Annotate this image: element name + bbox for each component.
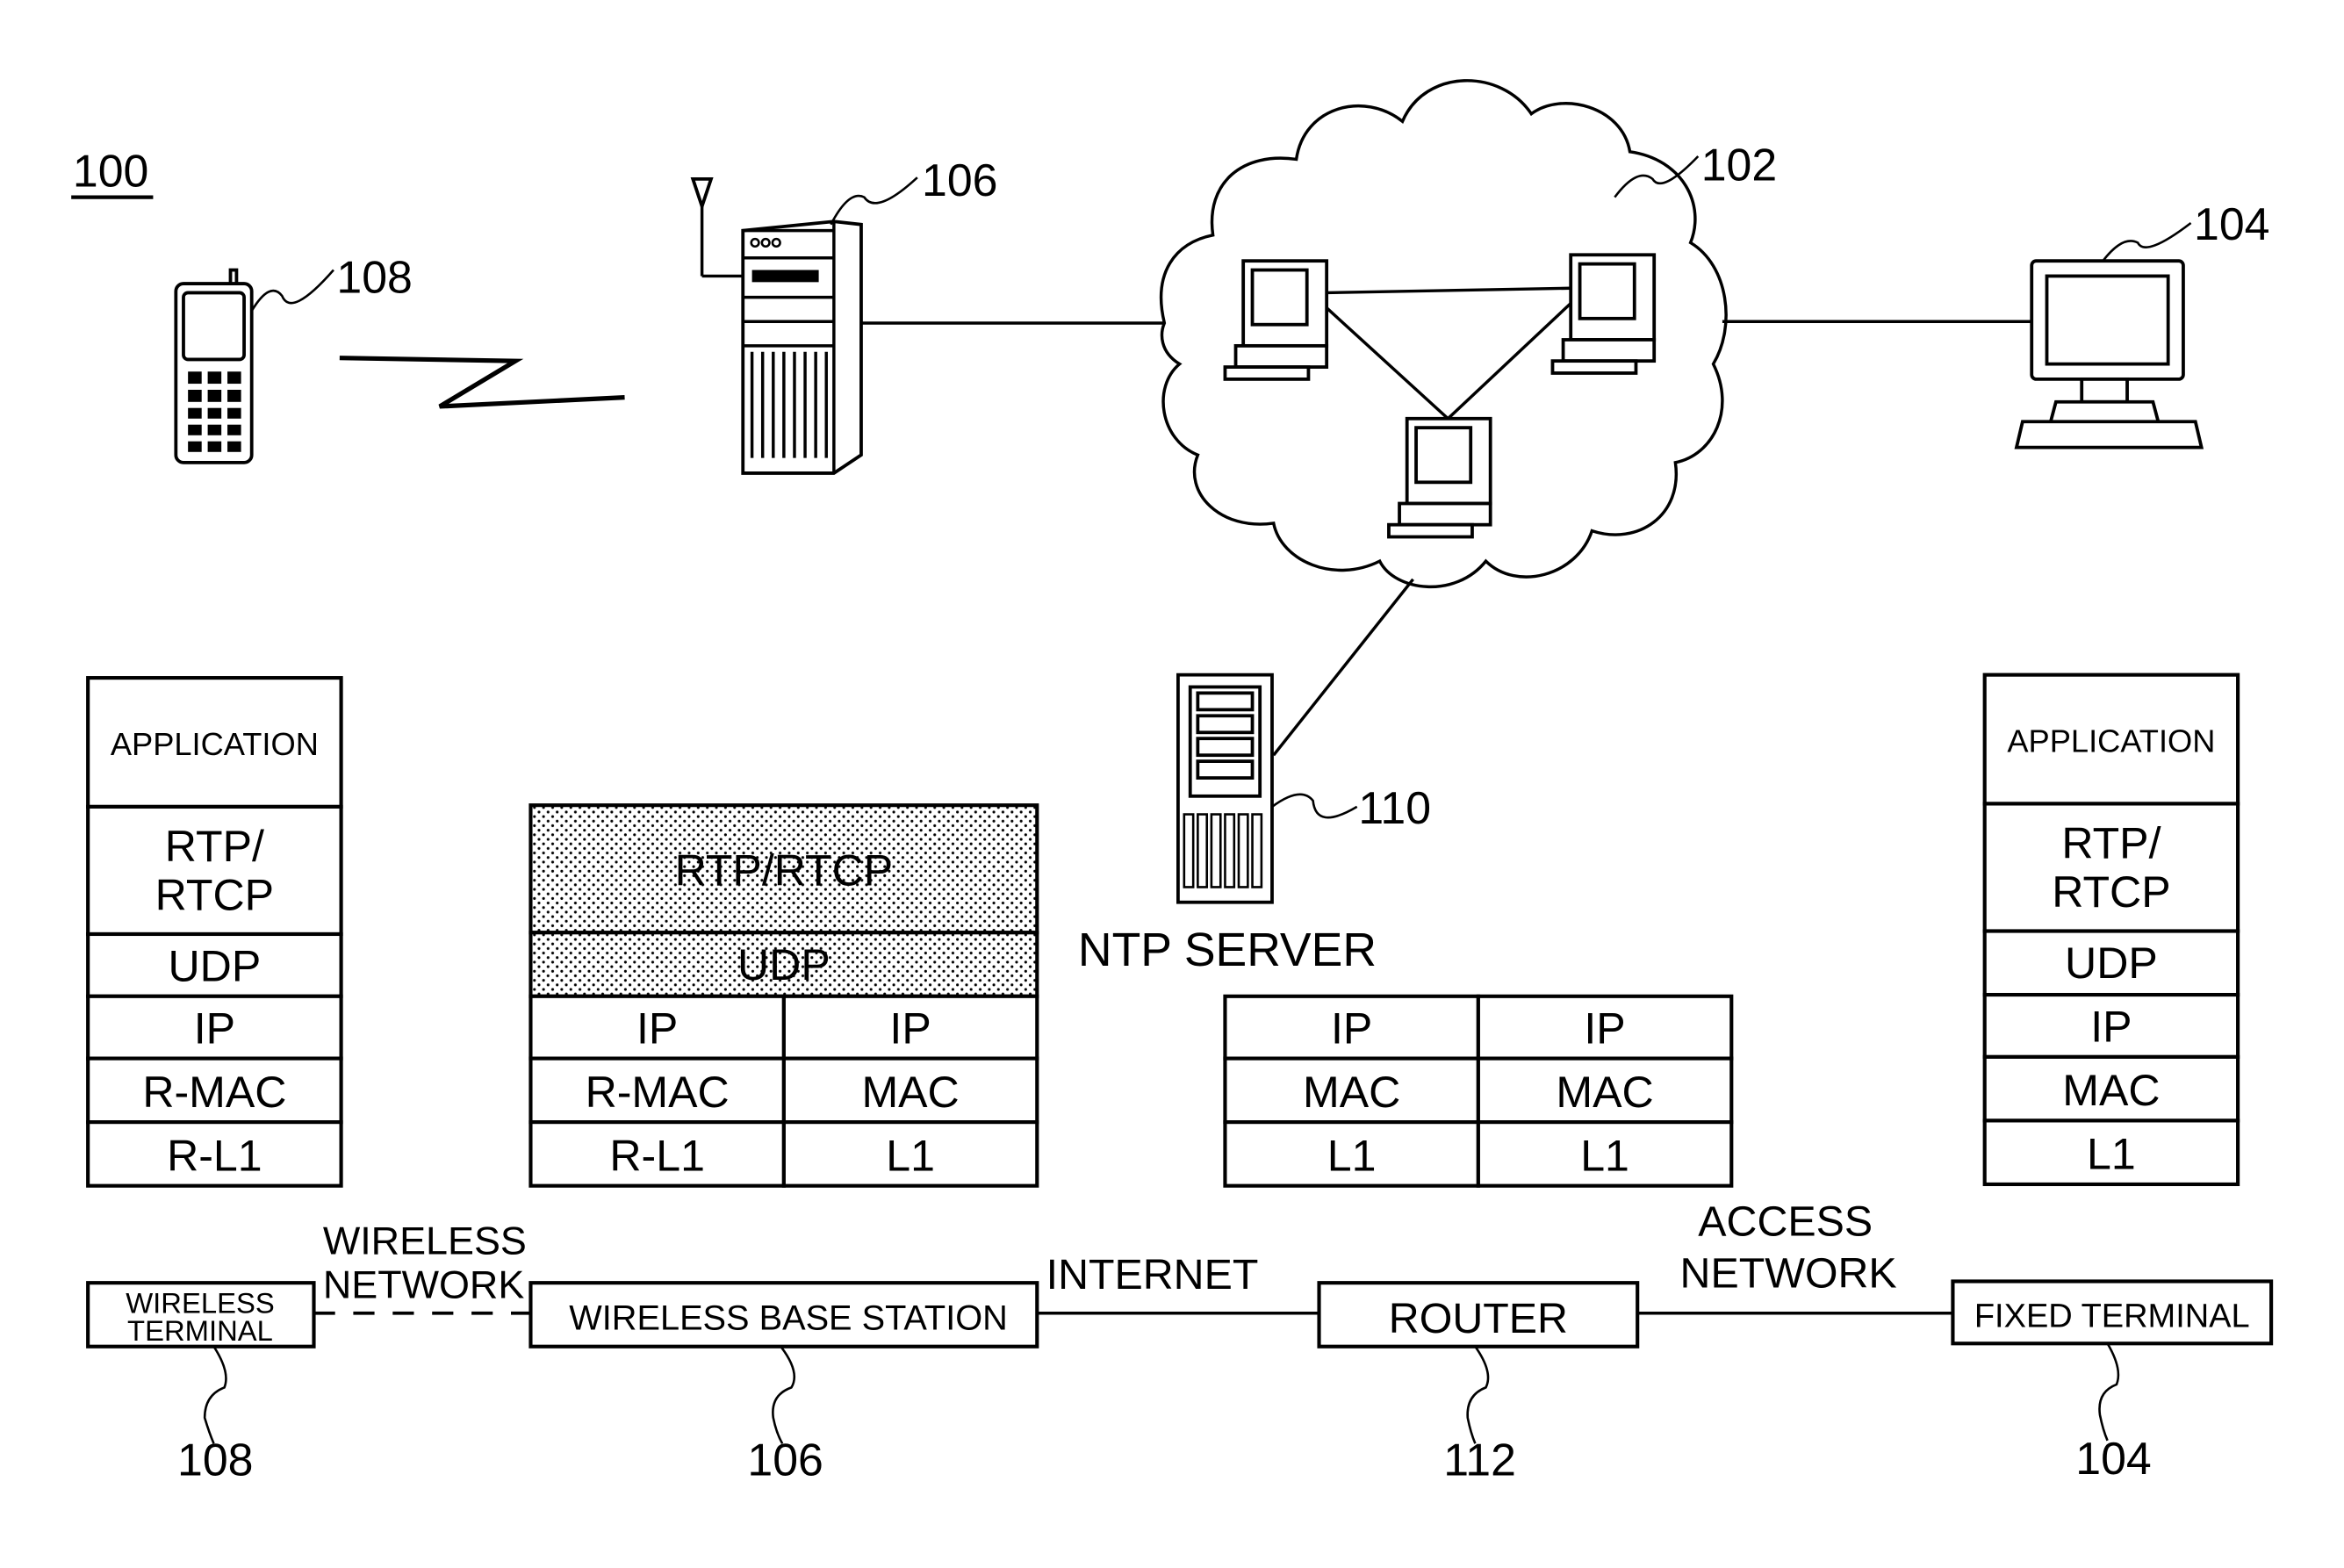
layer-mac: MAC — [2062, 1066, 2160, 1115]
layer-r-mac: R-MAC — [586, 1068, 730, 1117]
protocol-stack-base-station: RTP/RTCP UDP IP IP R-MAC MAC R-L1 L1 — [528, 803, 1039, 1188]
layer-l1: L1 — [1580, 1131, 1629, 1180]
layer-ip: IP — [636, 1003, 678, 1053]
mobile-phone-icon — [174, 268, 254, 464]
leader-line — [2098, 1342, 2120, 1442]
svg-text:WIRELESS BASE STATION: WIRELESS BASE STATION — [569, 1299, 1008, 1338]
leader-line — [250, 269, 334, 312]
ref-106-top: 106 — [922, 155, 997, 205]
wireless-network-label: WIRELESS NETWORK — [323, 1218, 527, 1306]
leader-line — [830, 176, 918, 226]
layer-udp: UDP — [737, 940, 830, 989]
internet-label: INTERNET — [1046, 1251, 1259, 1298]
layer-rtp-rtcp: RTP/RTCP — [155, 822, 274, 919]
svg-text:ROUTER: ROUTER — [1389, 1295, 1568, 1342]
svg-text:FIXED TERMINAL: FIXED TERMINAL — [1974, 1298, 2250, 1334]
layer-r-l1: R-L1 — [167, 1131, 262, 1180]
leader-line — [1271, 793, 1358, 819]
leader-line — [2102, 221, 2192, 262]
layer-r-l1: R-L1 — [609, 1131, 705, 1180]
layer-udp: UDP — [2065, 939, 2158, 988]
layer-rtp-rtcp: RTP/RTCP — [675, 846, 894, 895]
layer-mac: MAC — [1556, 1068, 1653, 1117]
node-wireless-terminal: WIRELESS TERMINAL — [86, 1281, 316, 1349]
layer-application: APPLICATION — [111, 726, 319, 762]
wireless-link-icon — [339, 356, 625, 409]
ref-108-top: 108 — [336, 251, 412, 302]
node-wireless-base-station: WIRELESS BASE STATION — [528, 1281, 1039, 1349]
desktop-computer-icon — [2014, 259, 2204, 450]
ref-112: 112 — [1443, 1435, 1516, 1485]
layer-application: APPLICATION — [2007, 723, 2215, 759]
computer-icon — [1550, 253, 1657, 375]
leader-line — [203, 1346, 227, 1444]
layer-rtp-rtcp: RTP/RTCP — [2052, 819, 2170, 917]
computer-icon — [1387, 416, 1492, 539]
layer-udp: UDP — [169, 942, 262, 991]
ntp-server-label: NTP SERVER — [1078, 924, 1377, 976]
layer-mac: MAC — [1303, 1068, 1400, 1117]
ref-106-bottom: 106 — [747, 1435, 823, 1485]
network-diagram: 100 108 106 102 104 110 NTP SERVER APPLI… — [71, 79, 2274, 1485]
layer-l1: L1 — [886, 1131, 935, 1180]
layer-l1: L1 — [1327, 1131, 1377, 1180]
ref-102-top: 102 — [1701, 140, 1777, 191]
svg-text:WIRELESSTERMINAL: WIRELESS TERMINAL — [126, 1287, 275, 1347]
link-line — [1272, 578, 1414, 757]
ntp-server-icon — [1176, 673, 1274, 904]
layer-ip: IP — [889, 1003, 931, 1053]
protocol-stack-fixed-terminal: APPLICATION RTP/RTCP UDP IP MAC L1 — [1982, 673, 2240, 1187]
svg-text:100: 100 — [73, 146, 148, 197]
mesh-links — [1325, 286, 1572, 421]
computer-icon — [1223, 259, 1329, 381]
protocol-stack-wireless-terminal: APPLICATION RTP/RTCP UDP IP R-MAC R-L1 — [86, 676, 343, 1188]
layer-r-mac: R-MAC — [142, 1068, 286, 1117]
layer-mac: MAC — [861, 1068, 959, 1117]
access-network-label: ACCESS NETWORK — [1680, 1198, 1897, 1298]
figure-label: 100 — [71, 146, 154, 199]
ref-110: 110 — [1358, 782, 1431, 833]
protocol-stack-router: IP IP MAC MAC L1 L1 — [1223, 994, 1734, 1188]
ref-104-top: 104 — [2194, 198, 2269, 249]
leader-line — [1614, 155, 1700, 198]
layer-ip: IP — [1584, 1003, 1625, 1053]
layer-ip: IP — [194, 1003, 235, 1053]
ref-108-bottom: 108 — [177, 1435, 253, 1485]
base-station-icon — [690, 177, 863, 475]
layer-l1: L1 — [2087, 1130, 2136, 1179]
leader-line — [772, 1345, 795, 1444]
node-fixed-terminal: FIXED TERMINAL — [1951, 1279, 2274, 1346]
ref-104-bottom: 104 — [2075, 1433, 2151, 1484]
node-router: ROUTER — [1317, 1281, 1640, 1349]
leader-line — [1466, 1345, 1490, 1444]
layer-ip: IP — [2090, 1003, 2132, 1052]
layer-ip: IP — [1331, 1003, 1372, 1053]
